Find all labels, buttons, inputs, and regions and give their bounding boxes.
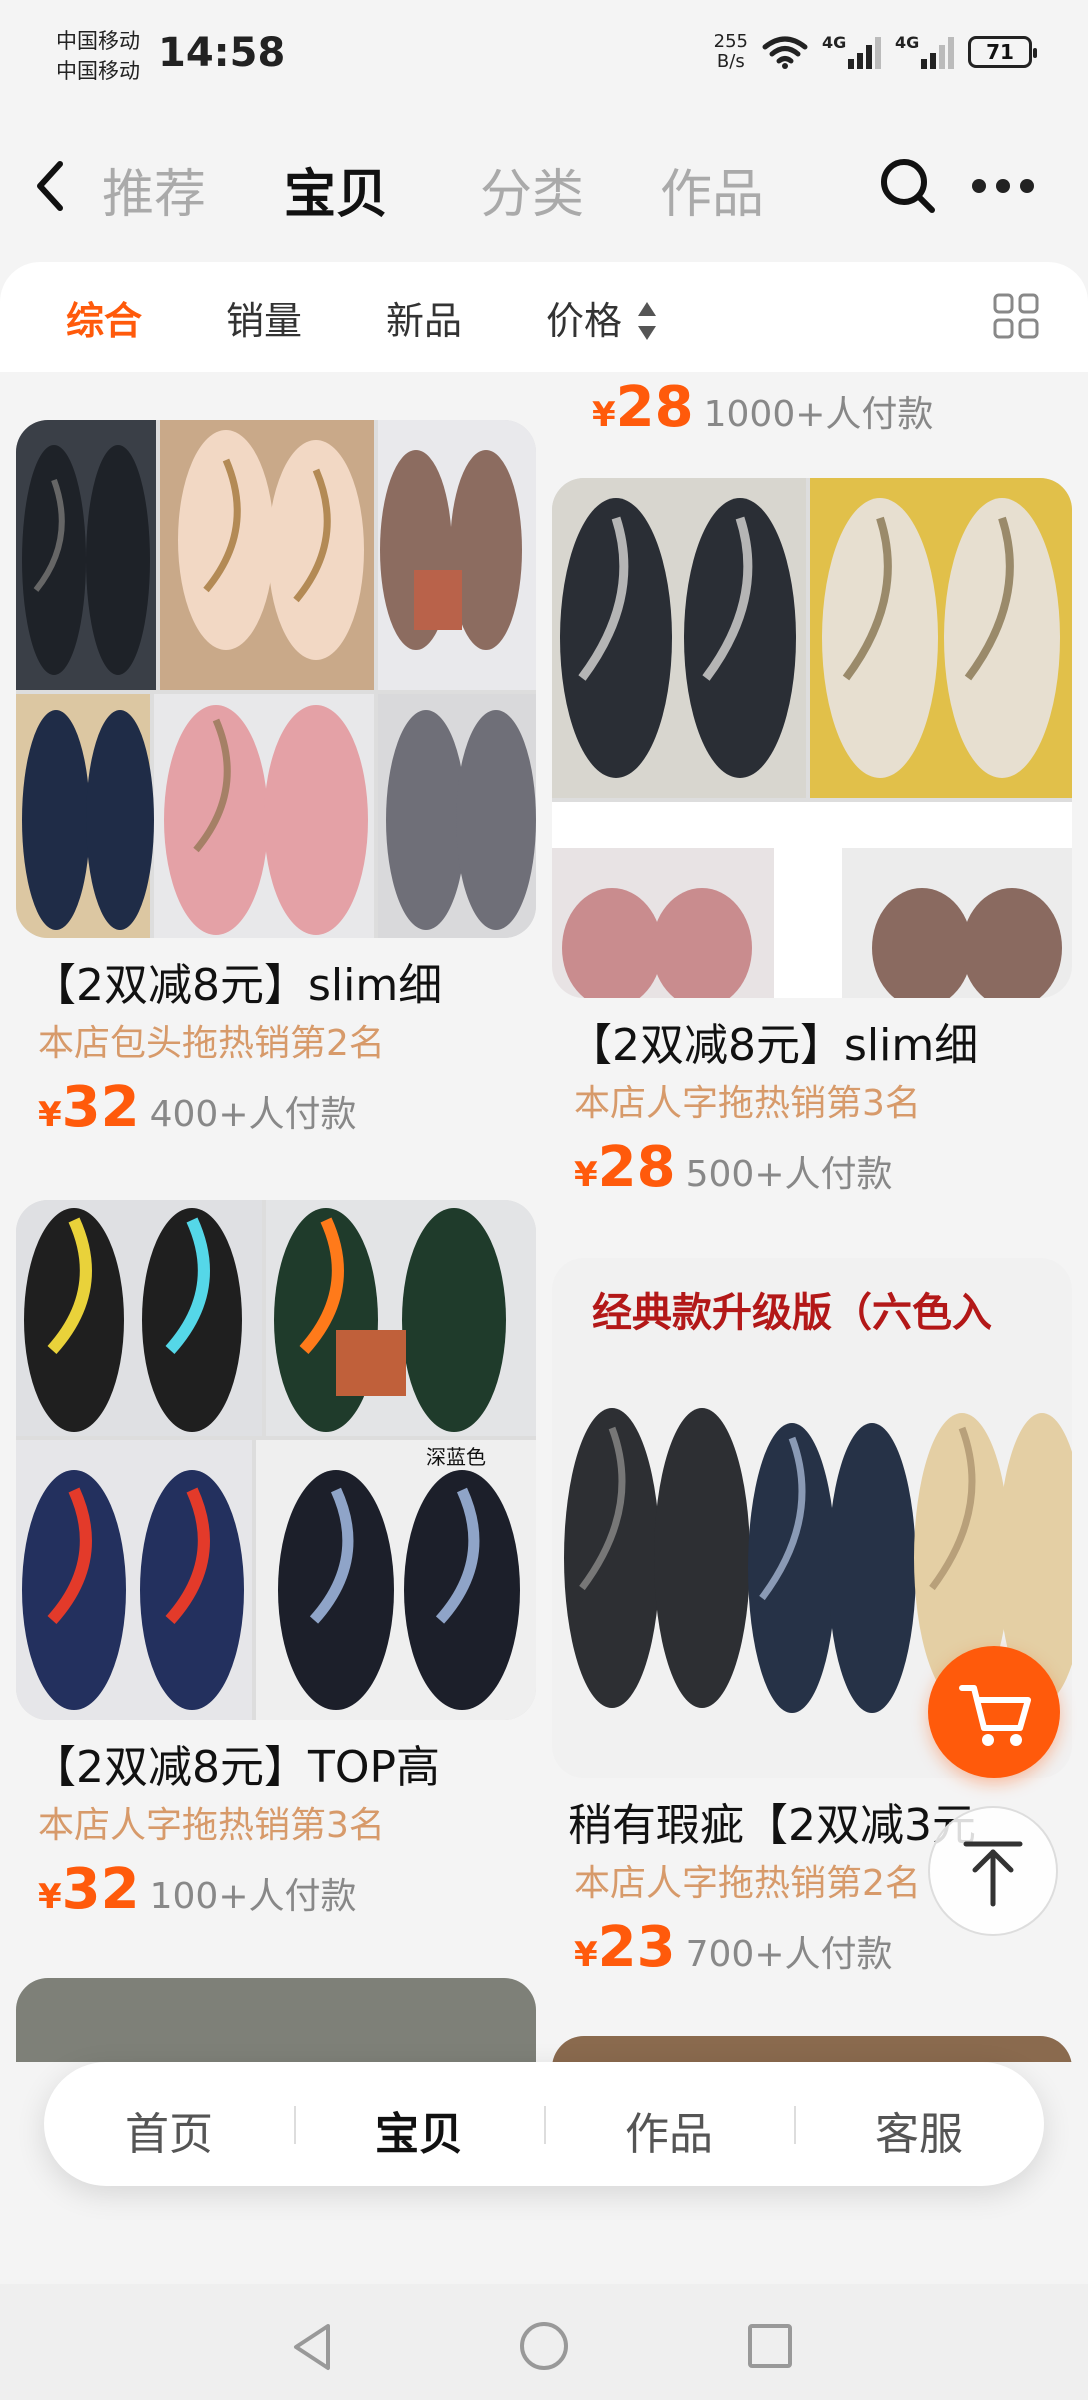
signal-1-label: 4G <box>822 33 847 52</box>
net-speed-unit: B/s <box>716 51 745 72</box>
product-card[interactable] <box>16 1978 536 2062</box>
more-dots-icon[interactable] <box>972 174 1044 198</box>
signal-icon-2: 4G <box>895 33 954 69</box>
sold-count: 700+人付款 <box>685 1934 893 1975</box>
sold-count: 500+人付款 <box>685 1154 893 1195</box>
product-rank: 本店人字拖热销第3名 <box>38 1805 385 1846</box>
cart-button[interactable] <box>928 1646 1060 1778</box>
signal-icon-1: 4G <box>822 33 881 69</box>
system-nav-bar <box>0 2284 1088 2400</box>
status-icons: 255 B/s 4G 4G 71 <box>714 32 1037 72</box>
currency: ¥ <box>38 1095 62 1135</box>
product-rank: 本店人字拖热销第3名 <box>574 1083 921 1124</box>
product-feed[interactable]: ¥28 1000+人付款 【2双减8元】slim细 本店包头拖热销第2名 ¥32… <box>0 372 1088 2062</box>
price: 28 <box>597 1135 676 1200</box>
battery-level: 71 <box>986 40 1014 64</box>
battery-icon: 71 <box>968 36 1037 68</box>
product-card[interactable]: 【2双减8元】slim细 本店人字拖热销第3名 ¥28 500+人付款 <box>552 478 1072 1204</box>
currency: ¥ <box>574 1155 598 1195</box>
price-line: ¥32 400+人付款 <box>16 1072 536 1144</box>
tab-recommend[interactable]: 推荐 <box>102 152 206 227</box>
product-image[interactable] <box>552 2036 1072 2062</box>
nav-items[interactable]: 宝贝 <box>294 2098 544 2162</box>
back-to-top-button[interactable] <box>928 1806 1058 1936</box>
chevron-left-icon[interactable] <box>30 158 70 214</box>
nav-customer-service[interactable]: 客服 <box>794 2098 1044 2162</box>
system-back-icon[interactable] <box>290 2322 336 2372</box>
price: 32 <box>61 1857 140 1922</box>
system-home-icon[interactable] <box>520 2322 568 2370</box>
tab-items[interactable]: 宝贝 <box>284 152 388 227</box>
thumb-label: 深蓝色 <box>426 1445 486 1469</box>
arrow-up-icon <box>963 1841 1023 1907</box>
cart-icon <box>959 1685 1031 1746</box>
sold-count: 1000+人付款 <box>703 394 934 435</box>
currency: ¥ <box>592 395 616 435</box>
product-title: 【2双减8元】slim细 <box>32 960 443 1011</box>
net-speed: 255 B/s <box>714 32 748 72</box>
product-card[interactable]: 【2双减8元】slim细 本店包头拖热销第2名 ¥32 400+人付款 <box>16 420 536 1144</box>
signal-2-label: 4G <box>895 33 920 52</box>
net-speed-value: 255 <box>713 31 748 52</box>
nav-home[interactable]: 首页 <box>44 2098 294 2162</box>
carrier-2: 中国移动 <box>56 59 140 83</box>
filter-overall[interactable]: 综合 <box>66 290 142 345</box>
product-title: 【2双减8元】slim细 <box>568 1020 979 1071</box>
shop-top-nav: 推荐 宝贝 分类 作品 <box>0 130 1088 240</box>
wifi-icon <box>762 36 808 69</box>
product-card[interactable] <box>552 2036 1072 2062</box>
currency: ¥ <box>38 1877 62 1917</box>
filter-price[interactable]: 价格 <box>546 290 622 345</box>
price-line: ¥32 100+人付款 <box>16 1854 536 1926</box>
clock: 14:58 <box>158 30 286 76</box>
shop-bottom-nav: 首页 宝贝 作品 客服 <box>44 2062 1044 2186</box>
product-image[interactable] <box>16 1978 536 2062</box>
nav-works[interactable]: 作品 <box>544 2098 794 2162</box>
filter-bar: 综合 销量 新品 价格 <box>0 262 1088 372</box>
price: 28 <box>615 375 694 440</box>
status-bar: 中国移动 中国移动 14:58 255 B/s 4G 4G 71 <box>0 0 1088 118</box>
sold-count: 400+人付款 <box>149 1094 357 1135</box>
sold-count: 100+人付款 <box>149 1876 357 1917</box>
product-image[interactable]: 深蓝色 <box>16 1200 536 1720</box>
tab-works[interactable]: 作品 <box>660 152 764 227</box>
currency: ¥ <box>574 1935 598 1975</box>
product-card[interactable]: 深蓝色 【2双减8元】TOP高 本店人字拖热销第3名 ¥32 100+人付款 <box>16 1200 536 1926</box>
system-recents-icon[interactable] <box>748 2324 792 2368</box>
tab-categories[interactable]: 分类 <box>480 152 584 227</box>
product-title: 【2双减8元】TOP高 <box>32 1742 441 1793</box>
carrier-info: 中国移动 中国移动 <box>56 26 140 86</box>
grid-view-icon[interactable] <box>992 292 1040 340</box>
partial-price-line: ¥28 1000+人付款 <box>570 372 933 444</box>
sort-arrows-icon[interactable] <box>636 300 658 342</box>
search-icon[interactable] <box>878 156 938 216</box>
price: 23 <box>597 1915 676 1980</box>
filter-new[interactable]: 新品 <box>386 290 462 345</box>
carrier-1: 中国移动 <box>56 29 140 53</box>
product-rank: 本店包头拖热销第2名 <box>38 1023 385 1064</box>
price: 32 <box>61 1075 140 1140</box>
price-line: ¥28 500+人付款 <box>552 1132 1072 1204</box>
product-image[interactable] <box>552 478 1072 998</box>
filter-sales[interactable]: 销量 <box>226 290 302 345</box>
product-image[interactable] <box>16 420 536 938</box>
